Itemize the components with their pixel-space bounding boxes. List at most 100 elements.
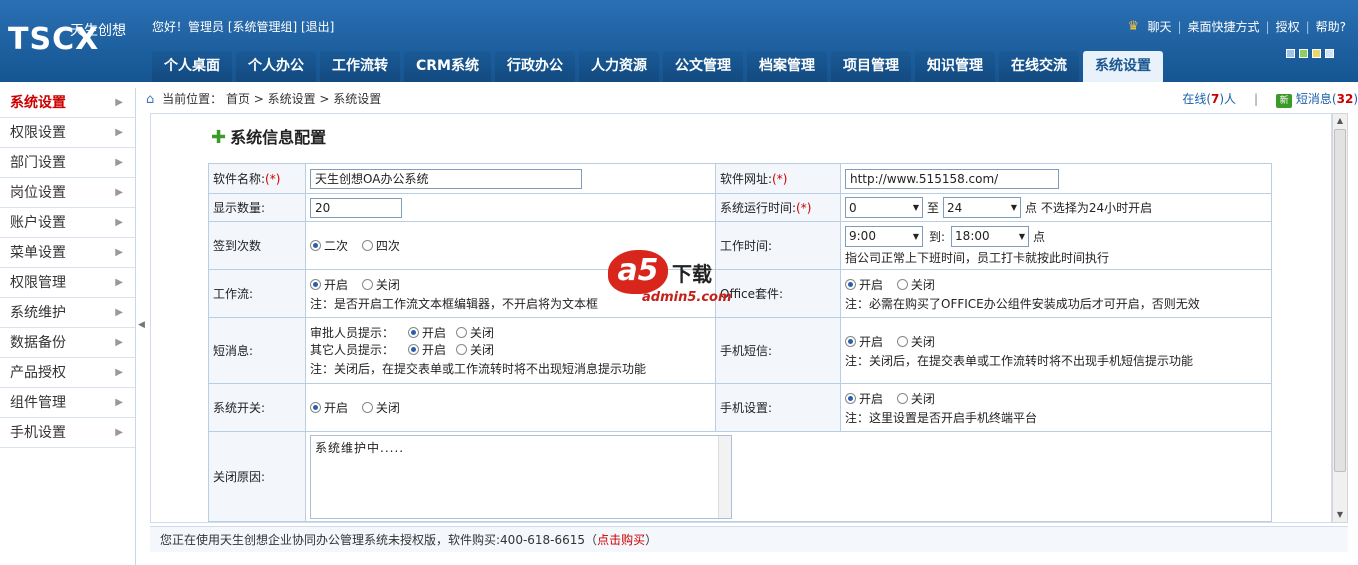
messages-link[interactable]: 新 短消息(32) [1276,88,1358,110]
chevron-down-icon: ▼ [912,231,919,241]
collapse-sidebar-icon[interactable]: ◀ [138,320,145,330]
chevron-right-icon: ▶ [115,217,123,228]
sidebar: 系统设置 ▶ 权限设置 ▶ 部门设置 ▶ 岗位设置 ▶ 账户设置 ▶ 菜单设置 ▶ 权限管理… [0,88,136,565]
textarea-scrollbar[interactable] [718,435,731,518]
mobile-sms-on-radio[interactable]: 开启 [845,333,883,350]
sidebar-item-position-settings[interactable]: 岗位设置 ▶ [0,178,135,208]
mobile-setting-off-radio[interactable]: 关闭 [896,390,935,407]
nav-tab-hr[interactable]: 人力资源 [579,51,659,82]
sidebar-item-account-settings[interactable]: 账户设置 ▶ [0,208,135,238]
chevron-right-icon: ▶ [115,127,123,138]
chevron-right-icon: ▶ [115,97,123,108]
sidebar-item-system-settings[interactable]: 系统设置 ▶ [0,88,135,118]
skin-swatch[interactable] [1286,49,1295,58]
display-count-input[interactable] [310,197,402,218]
sms-other-on-radio[interactable]: 开启 [408,341,446,358]
sidebar-item-system-maintenance[interactable]: 系统维护 ▶ [0,298,135,328]
run-time-start-select[interactable]: 0 ▼ [845,197,923,218]
help-link[interactable]: 帮助? [1316,18,1346,35]
workflow-label: 工作流: [208,269,306,318]
office-off-radio[interactable]: 关闭 [896,276,935,293]
desktop-shortcut-link[interactable]: 桌面快捷方式 [1188,18,1260,35]
nav-tab-documents[interactable]: 公文管理 [663,51,743,82]
logo: TSCX 天生创想 [8,18,138,66]
workflow-on-radio[interactable]: 开启 [310,276,348,293]
system-on-radio[interactable]: 开启 [310,399,348,416]
nav-tab-projects[interactable]: 项目管理 [831,51,911,82]
skin-swatch[interactable] [1325,49,1334,58]
chevron-right-icon: ▶ [115,397,123,408]
nav-tab-workflow[interactable]: 工作流转 [320,51,400,82]
online-users-link[interactable]: 在线(7)人 [1182,88,1236,110]
sidebar-item-data-backup[interactable]: 数据备份 ▶ [0,328,135,358]
main-nav: 个人桌面 个人办公 工作流转 CRM系统 行政办公 人力资源 公文管理 档案管理… [152,51,1163,82]
software-name-input[interactable] [310,168,582,189]
nav-tab-archives[interactable]: 档案管理 [747,51,827,82]
trophy-icon: ♛ [1127,18,1140,34]
signin-two-radio[interactable]: 二次 [310,237,348,254]
close-reason-label: 关闭原因: [208,431,306,522]
workflow-off-radio[interactable]: 关闭 [361,276,400,293]
work-time-start-select[interactable]: 9:00 ▼ [845,225,923,247]
chevron-down-icon: ▼ [912,203,919,212]
content-scrollbar[interactable]: ▲ ▼ [1332,113,1348,523]
signin-four-radio[interactable]: 四次 [361,237,400,254]
software-url-input[interactable] [845,168,1059,189]
close-reason-textarea[interactable]: 系统维护中..... [310,434,732,519]
chevron-down-icon: ▼ [1010,203,1018,212]
buy-link[interactable]: 点击购买 [597,533,645,547]
chevron-down-icon: ▼ [1018,231,1026,241]
mobile-setting-on-radio[interactable]: 开启 [845,390,883,407]
sidebar-item-menu-settings[interactable]: 菜单设置 ▶ [0,238,135,268]
sidebar-item-component-management[interactable]: 组件管理 ▶ [0,388,135,418]
logo-subtitle: 天生创想 [70,23,126,39]
chevron-right-icon: ▶ [115,157,123,168]
nav-tab-personal-office[interactable]: 个人办公 [236,51,316,82]
sidebar-item-department-settings[interactable]: 部门设置 ▶ [0,148,135,178]
config-table: 软件名称:(*) 软件网址:(*) 显示数量: 系统运行时间:(*) 0▼ 至 … [208,163,1272,522]
chevron-right-icon: ▶ [115,187,123,198]
breadcrumb-path[interactable]: 首页 > 系统设置 > 系统设置 [226,92,381,106]
nav-tab-system-settings[interactable]: 系统设置 [1083,51,1163,82]
nav-tab-admin-office[interactable]: 行政办公 [495,51,575,82]
greeting-text[interactable]: 您好！管理员 [系统管理组] [退出] [152,18,334,35]
run-time-label: 系统运行时间:(*) [715,193,841,222]
office-note: 注：必需在购买了OFFICE办公组件安装成功后才可开启，否则无效 [845,296,1200,311]
nav-tab-personal-desktop[interactable]: 个人桌面 [152,51,232,82]
chat-link[interactable]: 聊天 [1147,18,1171,35]
sidebar-item-mobile-settings[interactable]: 手机设置 ▶ [0,418,135,448]
page-title: ✚ 系统信息配置 [211,127,327,148]
top-links: ♛ 聊天 | 桌面快捷方式 | 授权 | 帮助? [1127,18,1346,35]
sidebar-item-product-license[interactable]: 产品授权 ▶ [0,358,135,388]
scroll-thumb[interactable] [1334,129,1346,472]
skin-swatch[interactable] [1299,49,1308,58]
nav-tab-crm[interactable]: CRM系统 [404,51,491,82]
sms-label: 短消息: [208,317,306,384]
watermark: a5 下载 admin5.com [608,250,758,310]
nav-tab-knowledge[interactable]: 知识管理 [915,51,995,82]
scroll-down-icon[interactable]: ▼ [1333,508,1347,522]
skin-swatch[interactable] [1312,49,1321,58]
signin-label: 签到次数 [208,221,306,270]
mobile-sms-note: 注：关闭后，在提交表单或工作流转时将不出现手机短信提示功能 [845,353,1194,368]
system-off-radio[interactable]: 关闭 [361,399,400,416]
mobile-setting-note: 注：这里设置是否开启手机终端平台 [845,410,1038,425]
work-time-end-select[interactable]: 18:00 ▼ [951,225,1030,247]
license-link[interactable]: 授权 [1276,18,1300,35]
run-time-end-select[interactable]: 24 ▼ [943,197,1022,218]
nav-tab-online-chat[interactable]: 在线交流 [999,51,1079,82]
mobile-sms-off-radio[interactable]: 关闭 [896,333,935,350]
sidebar-item-permission-settings[interactable]: 权限设置 ▶ [0,118,135,148]
scroll-up-icon[interactable]: ▲ [1333,114,1347,128]
office-on-radio[interactable]: 开启 [845,276,883,293]
sidebar-item-permission-management[interactable]: 权限管理 ▶ [0,268,135,298]
content-panel: ✚系统信息配置 软件名称:(*) 软件网址:(*) 显示数量: 系统运行时间:(… [150,113,1332,523]
breadcrumb-label: 当前位置： [162,92,223,106]
watermark-logo: a5 [608,250,668,294]
sms-approver-on-radio[interactable]: 开启 [408,324,446,341]
footer: 您正在使用天生创想企业协同办公管理系统未授权版，软件购买:400-618-661… [150,526,1348,552]
sms-approver-off-radio[interactable]: 关闭 [456,324,494,341]
sms-other-off-radio[interactable]: 关闭 [456,341,494,358]
new-message-icon: 新 [1276,94,1293,108]
chevron-right-icon: ▶ [115,277,123,288]
